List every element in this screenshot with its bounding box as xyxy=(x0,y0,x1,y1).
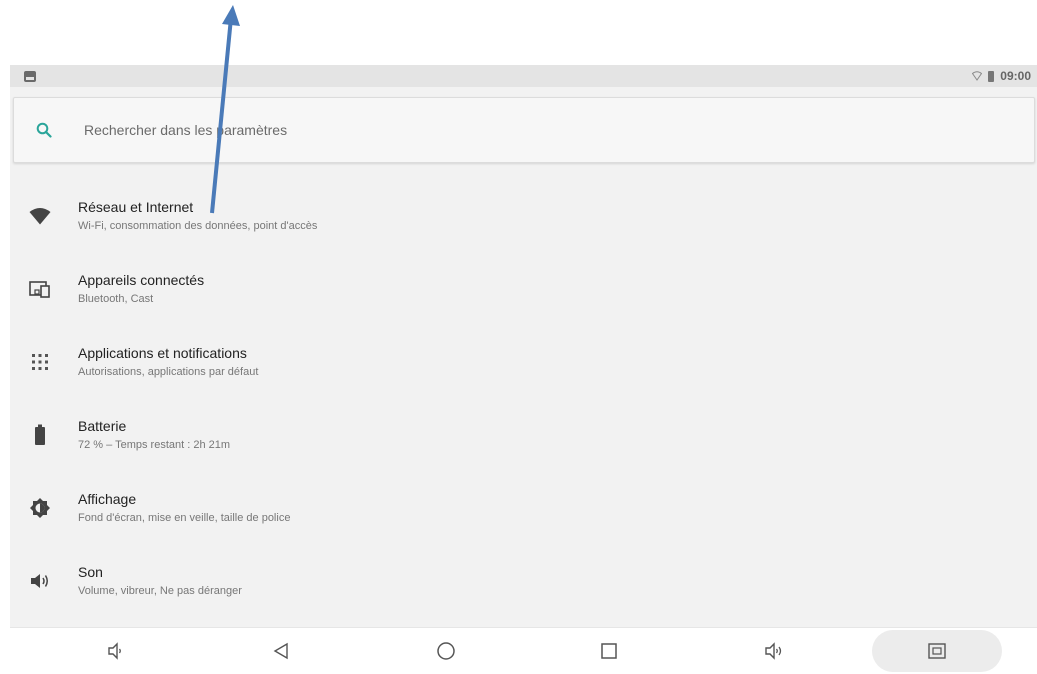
recents-icon xyxy=(601,643,617,659)
status-time: 09:00 xyxy=(1000,69,1031,83)
search-input[interactable] xyxy=(84,122,984,138)
setting-subtitle: Bluetooth, Cast xyxy=(78,292,154,305)
setting-title: Son xyxy=(78,563,103,580)
volume-icon xyxy=(10,573,70,589)
devices-icon xyxy=(10,280,70,298)
screenshot-button[interactable] xyxy=(922,628,952,674)
search-icon xyxy=(36,122,68,138)
home-button[interactable] xyxy=(431,628,461,674)
setting-display[interactable]: Affichage Fond d'écran, mise en veille, … xyxy=(10,471,1037,544)
back-icon xyxy=(273,642,288,660)
settings-list: Réseau et Internet Wi-Fi, consommation d… xyxy=(10,179,1037,617)
wifi-icon xyxy=(10,207,70,225)
setting-subtitle: Wi-Fi, consommation des données, point d… xyxy=(78,219,318,232)
settings-panel: Réseau et Internet Wi-Fi, consommation d… xyxy=(10,87,1037,627)
brightness-icon xyxy=(10,497,70,518)
apps-grid-icon xyxy=(10,353,70,371)
volume-up-icon xyxy=(765,642,782,660)
search-bar[interactable] xyxy=(13,97,1035,163)
battery-status-icon xyxy=(988,70,995,82)
setting-subtitle: Fond d'écran, mise en veille, taille de … xyxy=(78,511,291,524)
setting-title: Affichage xyxy=(78,490,137,507)
setting-subtitle: Volume, vibreur, Ne pas déranger xyxy=(78,584,242,597)
recents-button[interactable] xyxy=(594,628,624,674)
navigation-bar xyxy=(10,627,1037,674)
setting-title: Batterie xyxy=(78,417,127,434)
setting-subtitle: Autorisations, applications par défaut xyxy=(78,365,259,378)
volume-up-button[interactable] xyxy=(759,628,789,674)
screenshot-icon xyxy=(928,643,946,659)
setting-sound[interactable]: Son Volume, vibreur, Ne pas déranger xyxy=(10,544,1037,617)
status-indicators: 09:00 xyxy=(972,69,1031,83)
back-button[interactable] xyxy=(266,628,296,674)
battery-icon xyxy=(10,424,70,446)
volume-down-icon xyxy=(108,642,121,660)
setting-apps-notifications[interactable]: Applications et notifications Autorisati… xyxy=(10,325,1037,398)
setting-title: Appareils connectés xyxy=(78,271,205,288)
volume-down-button[interactable] xyxy=(100,628,130,674)
setting-title: Applications et notifications xyxy=(78,344,247,361)
setting-network-internet[interactable]: Réseau et Internet Wi-Fi, consommation d… xyxy=(10,179,1037,252)
notification-icon xyxy=(24,70,36,82)
setting-title: Réseau et Internet xyxy=(78,198,194,215)
setting-connected-devices[interactable]: Appareils connectés Bluetooth, Cast xyxy=(10,252,1037,325)
home-icon xyxy=(437,642,455,660)
setting-battery[interactable]: Batterie 72 % – Temps restant : 2h 21m xyxy=(10,398,1037,471)
status-bar: 09:00 xyxy=(10,65,1037,87)
setting-subtitle: 72 % – Temps restant : 2h 21m xyxy=(78,438,231,451)
wifi-outline-icon xyxy=(972,71,983,81)
